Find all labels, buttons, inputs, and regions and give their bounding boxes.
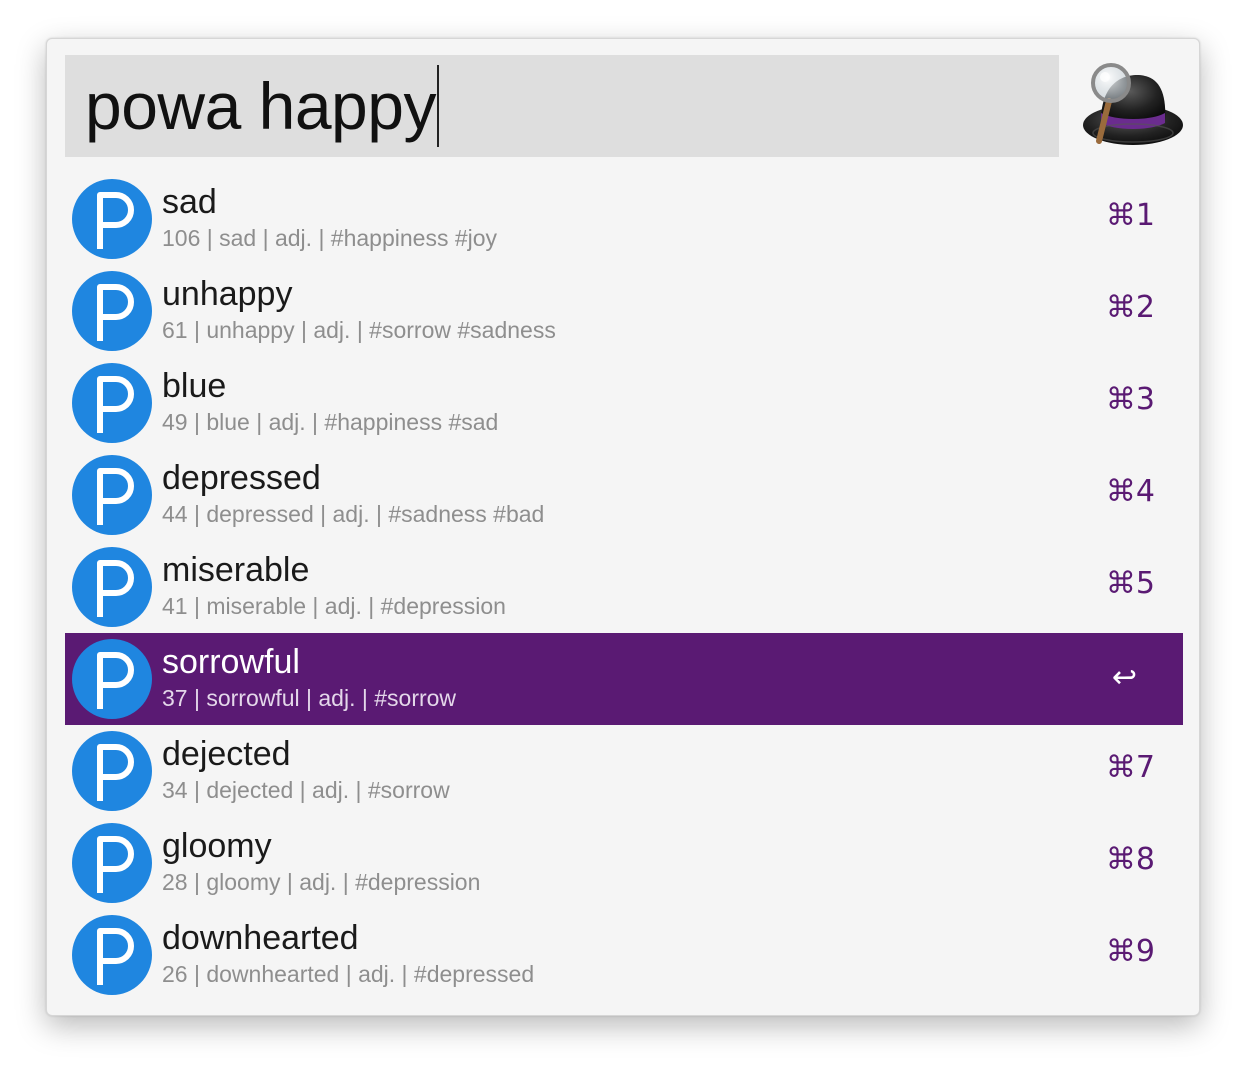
powerthesaurus-p-icon bbox=[72, 639, 152, 719]
result-shortcut: ⌘5 bbox=[1105, 566, 1155, 601]
powerthesaurus-p-icon bbox=[72, 179, 152, 259]
powerthesaurus-p-icon bbox=[72, 731, 152, 811]
powerthesaurus-p-icon bbox=[72, 915, 152, 995]
powerthesaurus-p-icon bbox=[72, 271, 152, 351]
search-query-text[interactable]: powa happy bbox=[85, 73, 436, 139]
result-subtitle: 37 | sorrowful | adj. | #sorrow bbox=[162, 685, 457, 711]
powerthesaurus-p-icon bbox=[72, 455, 152, 535]
text-caret bbox=[436, 65, 439, 147]
result-title: dejected bbox=[162, 735, 291, 773]
result-row[interactable]: unhappy 61 | unhappy | adj. | #sorrow #s… bbox=[65, 265, 1183, 357]
result-shortcut: ⌘2 bbox=[1105, 290, 1155, 325]
result-row[interactable]: miserable 41 | miserable | adj. | #depre… bbox=[65, 541, 1183, 633]
result-row[interactable]: gloomy 28 | gloomy | adj. | #depression … bbox=[65, 817, 1183, 909]
result-row-selected[interactable]: sorrowful 37 | sorrowful | adj. | #sorro… bbox=[65, 633, 1183, 725]
result-subtitle: 106 | sad | adj. | #happiness #joy bbox=[162, 225, 498, 251]
alfred-hat-icon bbox=[1075, 59, 1185, 155]
result-shortcut: ⌘7 bbox=[1105, 750, 1155, 785]
result-title: unhappy bbox=[162, 275, 293, 313]
result-shortcut: ⌘9 bbox=[1105, 934, 1155, 969]
result-row[interactable]: dejected 34 | dejected | adj. | #sorrow … bbox=[65, 725, 1183, 817]
search-input[interactable]: powa happy bbox=[65, 55, 1059, 157]
result-title: sad bbox=[162, 183, 217, 221]
result-title: gloomy bbox=[162, 827, 272, 865]
result-row[interactable]: downhearted 26 | downhearted | adj. | #d… bbox=[65, 909, 1183, 1001]
result-subtitle: 44 | depressed | adj. | #sadness #bad bbox=[162, 501, 545, 527]
result-subtitle: 28 | gloomy | adj. | #depression bbox=[162, 869, 481, 895]
result-title: depressed bbox=[162, 459, 321, 497]
result-subtitle: 41 | miserable | adj. | #depression bbox=[162, 593, 506, 619]
powerthesaurus-p-icon bbox=[72, 823, 152, 903]
results-list: sad 106 | sad | adj. | #happiness #joy ⌘… bbox=[65, 173, 1183, 1001]
powerthesaurus-p-icon bbox=[72, 547, 152, 627]
result-title: sorrowful bbox=[162, 643, 300, 681]
result-subtitle: 34 | dejected | adj. | #sorrow bbox=[162, 777, 450, 803]
result-shortcut: ⌘1 bbox=[1105, 198, 1155, 233]
result-subtitle: 49 | blue | adj. | #happiness #sad bbox=[162, 409, 499, 435]
result-row[interactable]: sad 106 | sad | adj. | #happiness #joy ⌘… bbox=[65, 173, 1183, 265]
result-subtitle: 61 | unhappy | adj. | #sorrow #sadness bbox=[162, 317, 556, 343]
result-shortcut: ⌘3 bbox=[1105, 382, 1155, 417]
result-shortcut: ⌘8 bbox=[1105, 842, 1155, 877]
result-subtitle: 26 | downhearted | adj. | #depressed bbox=[162, 961, 535, 987]
result-row[interactable]: blue 49 | blue | adj. | #happiness #sad … bbox=[65, 357, 1183, 449]
result-title: miserable bbox=[162, 551, 310, 589]
result-row[interactable]: depressed 44 | depressed | adj. | #sadne… bbox=[65, 449, 1183, 541]
result-title: blue bbox=[162, 367, 227, 405]
powerthesaurus-p-icon bbox=[72, 363, 152, 443]
return-key-icon: ↩ bbox=[1111, 660, 1137, 695]
result-title: downhearted bbox=[162, 919, 359, 957]
launcher-window: powa happy sad 106 | sad | adj. | #happi… bbox=[46, 38, 1200, 1016]
result-shortcut: ⌘4 bbox=[1105, 474, 1155, 509]
